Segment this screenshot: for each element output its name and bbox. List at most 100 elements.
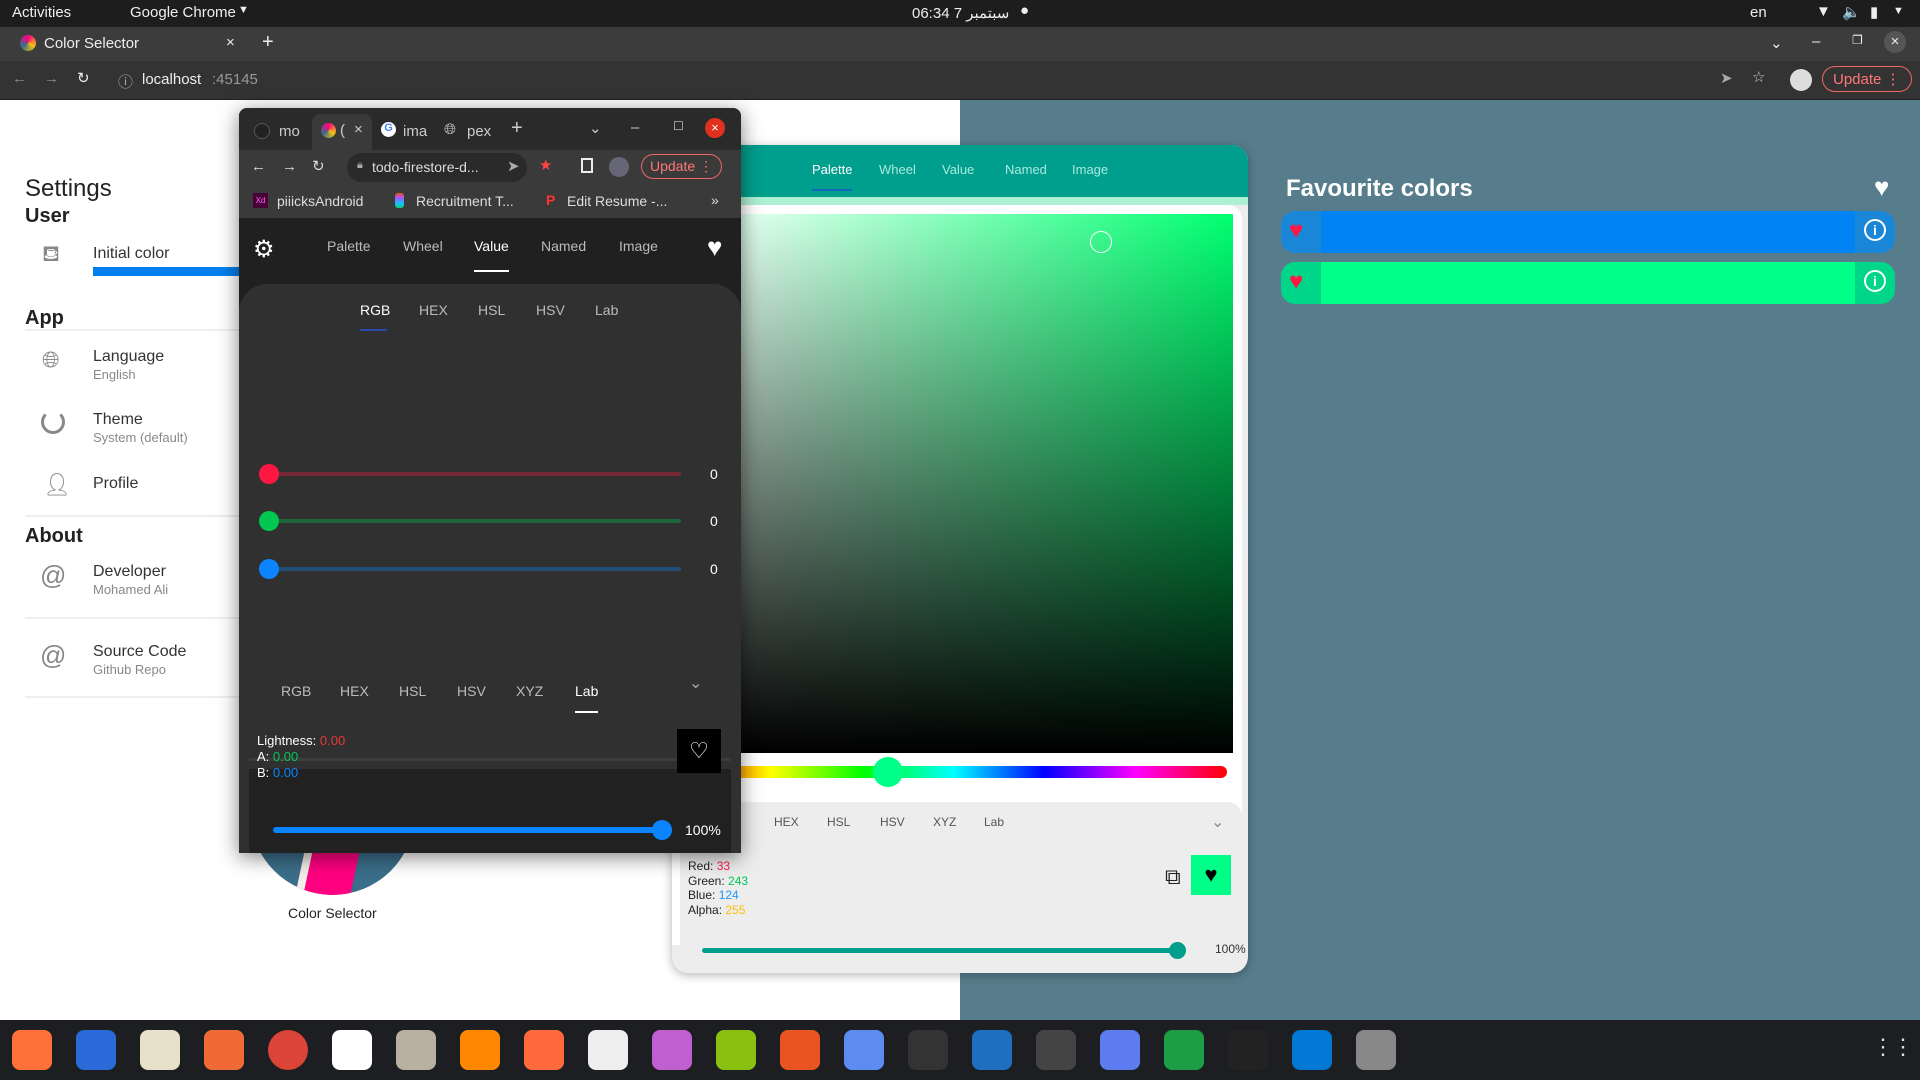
slider-track[interactable] [267,472,681,476]
copy-icon[interactable]: ⧉ [1165,864,1181,890]
slider-thumb[interactable] [259,559,279,579]
out-tab-hsv[interactable]: HSV [880,815,905,829]
dock-app-icon[interactable] [780,1030,820,1070]
out-tab-hsl[interactable]: HSL [399,683,426,699]
alpha-slider-thumb[interactable] [652,820,672,840]
dock-app-icon[interactable] [844,1030,884,1070]
new-tab-button[interactable]: + [262,31,274,54]
dock-app-icon[interactable] [1164,1030,1204,1070]
bookmark-star-icon[interactable]: ★ [539,156,552,174]
picker-cursor[interactable] [1090,231,1112,253]
favourites-heart-icon[interactable]: ♥ [707,232,722,263]
dock-app-icon[interactable] [716,1030,756,1070]
volume-icon[interactable]: 🔈 [1842,3,1861,21]
subtab-hex[interactable]: HEX [419,302,448,318]
subtab-hsl[interactable]: HSL [478,302,505,318]
subtab-rgb[interactable]: RGB [360,302,390,318]
setting-language[interactable]: 🌐︎ Language English [25,345,240,395]
tab-image[interactable]: Image [1072,162,1108,177]
hue-slider[interactable] [680,757,1227,787]
popup-tab[interactable]: ima [403,123,427,140]
clock[interactable]: 06:34 7 سبتمبر [912,4,1009,22]
rgb-slider[interactable]: 0 [259,464,727,484]
out-tab-rgb[interactable]: RGB [281,683,311,699]
dock-app-icon[interactable] [908,1030,948,1070]
info-icon[interactable]: i [1864,219,1886,241]
opacity-slider[interactable] [702,942,1186,959]
setting-theme[interactable]: Theme System (default) [25,408,240,458]
maximize-button[interactable]: ☐ [673,119,684,133]
tab-palette[interactable]: Palette [327,238,371,254]
slider-thumb[interactable] [259,464,279,484]
back-icon[interactable]: ← [12,70,27,87]
bookmark[interactable]: piiicksAndroid [277,193,363,209]
subtab-lab[interactable]: Lab [595,302,618,318]
dock-app-icon[interactable] [76,1030,116,1070]
dock-app-icon[interactable] [332,1030,372,1070]
reload-icon[interactable]: ↻ [77,69,90,87]
back-icon[interactable]: ← [251,158,266,175]
app-menu[interactable]: Google Chrome [130,4,236,21]
minimize-button[interactable]: – [631,119,639,136]
close-window-button[interactable]: × [705,118,725,138]
out-tab-hex[interactable]: HEX [340,683,369,699]
tab-wheel[interactable]: Wheel [879,162,916,177]
tab-search-icon[interactable]: ⌄ [589,119,602,137]
tab-search-icon[interactable]: ⌄ [1770,34,1783,52]
popup-address-bar[interactable]: 🔒︎ todo-firestore-d... [347,153,527,182]
rgb-slider[interactable]: 0 [259,559,727,579]
profile-avatar[interactable] [1790,69,1812,91]
dock-app-icon[interactable] [140,1030,180,1070]
popup-tab[interactable]: mo [279,123,300,140]
slider-track[interactable] [267,519,681,523]
language-indicator[interactable]: en [1750,4,1767,21]
bookmark-star-icon[interactable]: ☆ [1752,68,1765,86]
sidepanel-icon[interactable] [581,158,593,173]
dock-app-icon[interactable] [1292,1030,1332,1070]
tab-palette[interactable]: Palette [812,162,852,177]
browser-tab[interactable]: Color Selector × [8,27,248,61]
system-menu-chevron-icon[interactable]: ▼ [1893,5,1904,17]
dock-app-icon[interactable] [268,1030,308,1070]
tab-named[interactable]: Named [541,238,586,254]
battery-icon[interactable]: ▮ [1870,3,1878,21]
tab-value[interactable]: Value [474,238,509,254]
remove-favourite-heart-icon[interactable]: ♥ [1289,217,1303,245]
setting-profile[interactable]: 👤︎ Profile [25,472,240,512]
add-favourite-button[interactable]: ♡ [677,729,721,773]
opacity-slider-thumb[interactable] [1169,942,1186,959]
tab-value[interactable]: Value [942,162,974,177]
dock-app-icon[interactable] [12,1030,52,1070]
favourite-color-item[interactable]: ♥ i [1281,262,1895,304]
setting-source-code[interactable]: @ Source Code Github Repo [25,640,240,690]
reload-icon[interactable]: ↻ [312,157,325,175]
dock-app-icon[interactable] [524,1030,564,1070]
chevron-down-icon[interactable]: ⌄ [1211,812,1224,832]
forward-icon[interactable]: → [282,158,297,175]
update-button[interactable]: Update ⋮ [641,154,723,179]
update-button[interactable]: Update ⋮ [1822,66,1912,92]
profile-avatar[interactable] [609,157,629,177]
dock-app-icon[interactable] [1356,1030,1396,1070]
out-tab-hsl[interactable]: HSL [827,815,850,829]
dock-app-icon[interactable] [396,1030,436,1070]
forward-icon[interactable]: → [44,70,59,87]
wifi-icon[interactable]: ▼ [1816,3,1831,20]
popup-tab-active[interactable]: ( × [312,114,372,150]
bookmark[interactable]: Edit Resume -... [567,193,667,209]
subtab-hsv[interactable]: HSV [536,302,565,318]
dock-app-icon[interactable] [1100,1030,1140,1070]
new-tab-button[interactable]: + [511,117,523,140]
heart-icon[interactable]: ♥ [1874,172,1889,203]
setting-developer[interactable]: @ Developer Mohamed Ali [25,560,240,610]
activities-button[interactable]: Activities [12,4,71,21]
restore-button[interactable]: ❐ [1852,33,1863,47]
dock-app-icon[interactable] [1228,1030,1268,1070]
send-icon[interactable]: ➤ [1720,69,1733,87]
tab-wheel[interactable]: Wheel [403,238,443,254]
alpha-slider[interactable] [273,820,672,840]
tab-image[interactable]: Image [619,238,658,254]
dock-app-icon[interactable] [972,1030,1012,1070]
more-bookmarks-icon[interactable]: » [711,192,719,208]
settings-gear-icon[interactable]: ⚙ [253,235,275,264]
